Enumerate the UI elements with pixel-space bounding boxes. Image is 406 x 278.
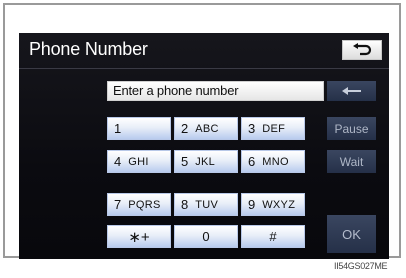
pause-button[interactable]: Pause: [327, 117, 376, 140]
page-title: Phone Number: [29, 39, 148, 59]
key-digit: #: [269, 229, 277, 244]
key-letters: PQRS: [128, 198, 161, 211]
key-0[interactable]: 0: [174, 225, 238, 248]
key-digit: 7: [114, 197, 122, 212]
header-divider: [19, 68, 389, 69]
key-letters: JKL: [195, 155, 216, 168]
phone-number-screen: Phone Number Enter a phone number 1 2 AB…: [19, 33, 389, 259]
key-digit: 8: [181, 197, 189, 212]
return-arrow-icon: [353, 43, 372, 56]
key-digit: 1: [114, 121, 122, 136]
back-button[interactable]: [342, 40, 382, 60]
key-7[interactable]: 7 PQRS: [107, 193, 171, 216]
figure-caption: II54GS027ME: [334, 261, 388, 271]
key-9[interactable]: 9 WXYZ: [241, 193, 305, 216]
key-1[interactable]: 1: [107, 117, 171, 140]
key-2[interactable]: 2 ABC: [174, 117, 238, 140]
key-4[interactable]: 4 GHI: [107, 150, 171, 173]
key-hash[interactable]: #: [241, 225, 305, 248]
key-5[interactable]: 5 JKL: [174, 150, 238, 173]
key-letters: ABC: [195, 122, 219, 135]
key-star-plus[interactable]: ∗+: [107, 225, 171, 248]
phone-number-input[interactable]: Enter a phone number: [107, 81, 324, 101]
left-arrow-icon: [341, 87, 361, 95]
key-digit: 0: [202, 229, 210, 244]
key-digit: 4: [114, 154, 122, 169]
key-6[interactable]: 6 MNO: [241, 150, 305, 173]
key-3[interactable]: 3 DEF: [241, 117, 305, 140]
key-digit: 9: [248, 197, 256, 212]
key-digit: 3: [248, 121, 256, 136]
key-letters: GHI: [128, 155, 149, 168]
backspace-button[interactable]: [327, 81, 376, 101]
key-8[interactable]: 8 TUV: [174, 193, 238, 216]
key-letters: WXYZ: [262, 198, 296, 211]
ok-button[interactable]: OK: [327, 215, 376, 253]
key-digit: 6: [248, 154, 256, 169]
key-letters: DEF: [262, 122, 286, 135]
key-digit: 5: [181, 154, 189, 169]
wait-button[interactable]: Wait: [327, 150, 376, 173]
key-digit: 2: [181, 121, 189, 136]
key-letters: MNO: [262, 155, 289, 168]
key-digit: ∗+: [128, 228, 150, 246]
key-letters: TUV: [195, 198, 219, 211]
